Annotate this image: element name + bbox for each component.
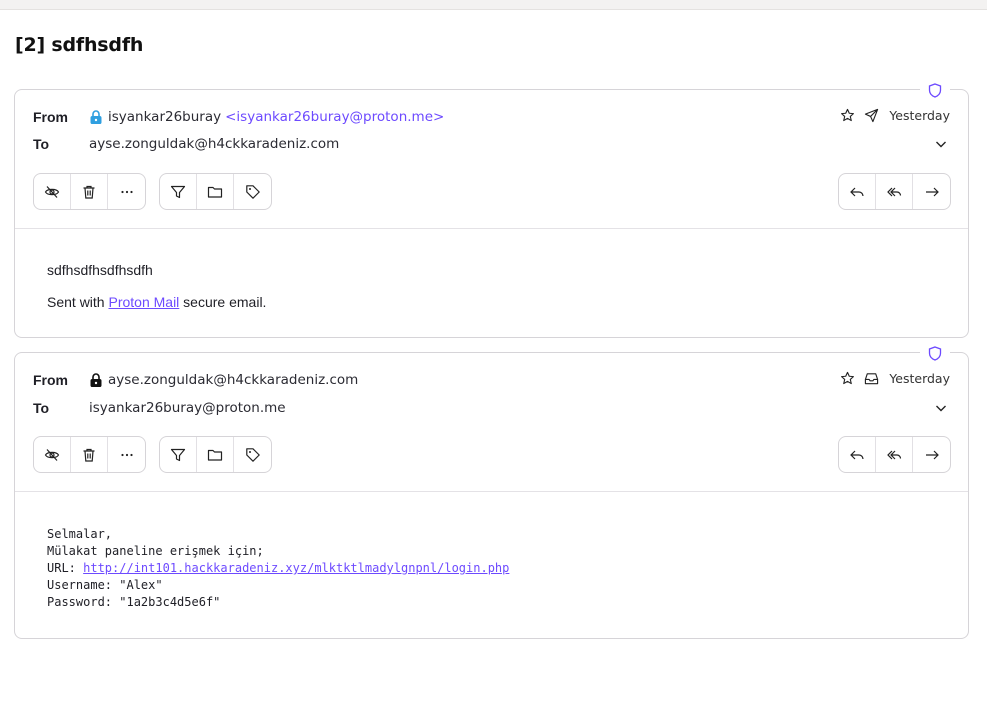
- move-to-folder-button[interactable]: [197, 174, 234, 209]
- eye-slash-icon: [44, 448, 60, 461]
- thread-title: [2] sdfhsdfh: [15, 34, 144, 56]
- signature-suffix: secure email.: [179, 294, 267, 310]
- sender-name[interactable]: isyankar26buray: [108, 109, 221, 125]
- message-card[interactable]: From isyankar26buray <isyankar26buray@pr…: [14, 82, 969, 338]
- filter-button[interactable]: [160, 437, 197, 472]
- reply-all-button[interactable]: [876, 174, 913, 209]
- signature-prefix: Sent with: [47, 294, 109, 310]
- url-label: URL:: [47, 561, 84, 575]
- reply-group: [838, 436, 951, 473]
- reply-all-icon: [887, 450, 902, 459]
- body-line: Mülakat paneline erişmek için;: [47, 544, 264, 558]
- shield-icon[interactable]: [920, 82, 950, 98]
- filter-icon: [170, 448, 186, 461]
- ellipsis-icon: [120, 453, 133, 456]
- eye-slash-icon: [44, 185, 60, 198]
- inbox-icon: [863, 370, 879, 386]
- reply-all-icon: [887, 187, 902, 196]
- top-strip: [0, 0, 987, 10]
- forward-icon: [925, 187, 939, 196]
- forward-button[interactable]: [913, 437, 950, 472]
- reply-icon: [850, 450, 864, 459]
- label-button[interactable]: [234, 437, 271, 472]
- message-date: Yesterday: [889, 107, 950, 123]
- message-body: Selmalar, Mülakat paneline erişmek için;…: [47, 526, 509, 611]
- delete-button[interactable]: [71, 174, 108, 209]
- url-line: URL: http://int101.hackkaradeniz.xyz/mlk…: [47, 560, 509, 577]
- message-meta: Yesterday: [839, 105, 950, 125]
- reply-button[interactable]: [839, 174, 876, 209]
- ellipsis-icon: [120, 190, 133, 193]
- login-url-link[interactable]: http://int101.hackkaradeniz.xyz/mlktktlm…: [83, 561, 509, 575]
- folder-icon: [207, 449, 223, 461]
- more-button[interactable]: [108, 174, 145, 209]
- tag-icon: [245, 184, 260, 199]
- username-line: Username: "Alex": [47, 578, 163, 592]
- message-organize-group: [159, 436, 272, 473]
- proton-mail-link[interactable]: Proton Mail: [108, 294, 179, 310]
- delete-button[interactable]: [71, 437, 108, 472]
- password-line: Password: "1a2b3c4d5e6f": [47, 595, 221, 609]
- star-icon[interactable]: [839, 107, 855, 123]
- forward-icon: [925, 450, 939, 459]
- trash-icon: [83, 185, 95, 199]
- sender-email[interactable]: <isyankar26buray@proton.me>: [225, 109, 444, 125]
- message-actions-group: [33, 436, 146, 473]
- shield-icon[interactable]: [920, 345, 950, 361]
- from-row: From isyankar26buray <isyankar26buray@pr…: [33, 107, 444, 127]
- body-line: Selmalar,: [47, 527, 113, 541]
- reply-all-button[interactable]: [876, 437, 913, 472]
- reply-icon: [850, 187, 864, 196]
- message-organize-group: [159, 173, 272, 210]
- recipient-address[interactable]: ayse.zonguldak@h4ckkaradeniz.com: [89, 136, 339, 152]
- tag-icon: [245, 447, 260, 462]
- filter-button[interactable]: [160, 174, 197, 209]
- more-button[interactable]: [108, 437, 145, 472]
- header-divider: [15, 228, 968, 229]
- sender-name[interactable]: ayse.zonguldak@h4ckkaradeniz.com: [108, 372, 358, 388]
- body-text: sdfhsdfhsdfhsdfh: [47, 262, 153, 278]
- sent-icon: [863, 107, 879, 123]
- move-to-folder-button[interactable]: [197, 437, 234, 472]
- chevron-down-icon[interactable]: [934, 401, 948, 415]
- reply-button[interactable]: [839, 437, 876, 472]
- signature: Sent with Proton Mail secure email.: [47, 294, 266, 311]
- message-actions-group: [33, 173, 146, 210]
- forward-button[interactable]: [913, 174, 950, 209]
- mark-unread-button[interactable]: [34, 437, 71, 472]
- message-meta: Yesterday: [839, 368, 950, 388]
- lock-blue-icon[interactable]: [89, 109, 103, 125]
- header-divider: [15, 491, 968, 492]
- reply-group: [838, 173, 951, 210]
- to-row: To ayse.zonguldak@h4ckkaradeniz.com: [33, 134, 339, 154]
- from-label: From: [33, 109, 68, 125]
- chevron-down-icon[interactable]: [934, 137, 948, 151]
- recipient-address[interactable]: isyankar26buray@proton.me: [89, 400, 286, 416]
- filter-icon: [170, 185, 186, 198]
- message-body: sdfhsdfhsdfhsdfh Sent with Proton Mail s…: [47, 262, 266, 326]
- to-label: To: [33, 400, 50, 416]
- label-button[interactable]: [234, 174, 271, 209]
- to-label: To: [33, 136, 50, 152]
- message-card[interactable]: From ayse.zonguldak@h4ckkaradeniz.com Ye…: [14, 345, 969, 639]
- from-row: From ayse.zonguldak@h4ckkaradeniz.com: [33, 370, 358, 390]
- mark-unread-button[interactable]: [34, 174, 71, 209]
- folder-icon: [207, 186, 223, 198]
- trash-icon: [83, 448, 95, 462]
- from-label: From: [33, 372, 68, 388]
- lock-black-icon[interactable]: [89, 372, 103, 388]
- to-row: To isyankar26buray@proton.me: [33, 398, 286, 418]
- star-icon[interactable]: [839, 370, 855, 386]
- message-date: Yesterday: [889, 370, 950, 386]
